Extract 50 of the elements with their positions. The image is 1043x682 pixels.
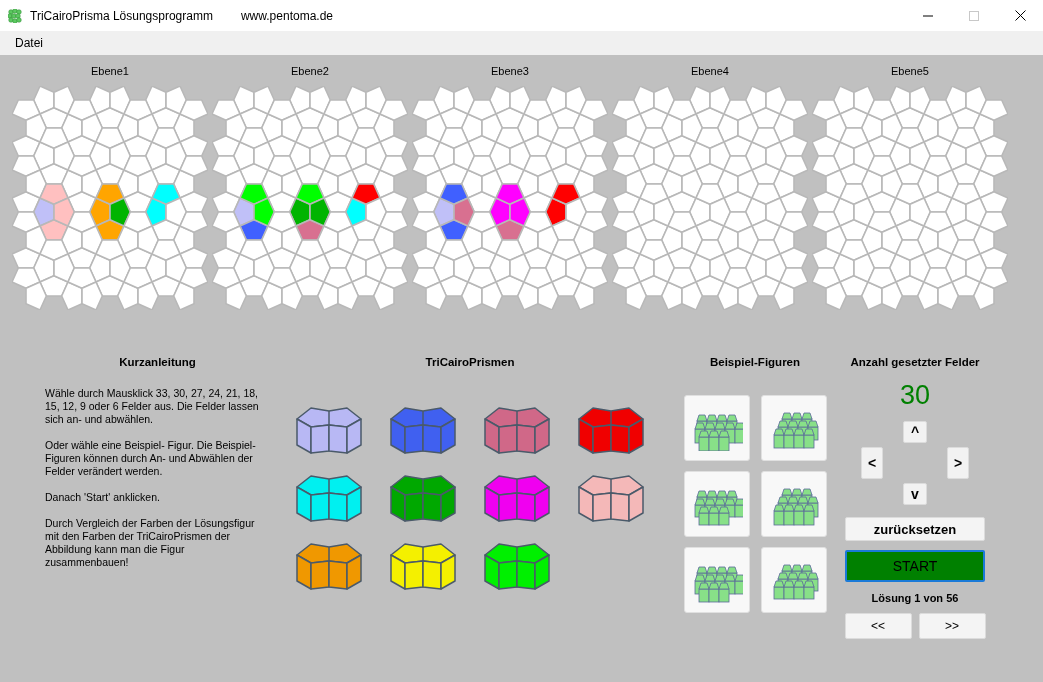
close-icon [1014,10,1026,21]
filled-field[interactable] [151,182,181,205]
section-heading: TriCairoPrismen [424,354,516,370]
section-heading: Beispiel-Figuren [708,354,802,370]
filled-field[interactable] [39,182,69,205]
app-logo-icon [8,8,22,23]
filled-field[interactable] [109,196,132,227]
menu-item[interactable]: Datei [8,32,50,54]
filled-field[interactable] [239,182,269,205]
example-figure-button[interactable] [760,546,827,613]
layer-label: Ebene1 [91,64,129,79]
filled-field[interactable] [309,196,332,227]
filled-field[interactable] [439,182,469,205]
website-url: www.pentoma.de [240,7,333,25]
instruction-paragraph: Durch Vergleich der Farben der Lösungsfigur mit den Farben der TriCairoPrismen der Abbildung kann man die Figur zusammenbauen! [45,516,256,569]
field-count: 30 [899,378,930,412]
reset-button[interactable]: zurücksetzen [845,517,985,542]
solution-counter: Lösung 1 von 56 [871,591,959,607]
window-title: TriCairoPrisma Lösungsprogramm [30,7,213,25]
right-button[interactable]: > [947,447,969,480]
next-button[interactable]: >> [918,612,986,639]
filled-field[interactable] [453,196,476,227]
example-figure-button[interactable] [760,394,827,461]
example-figure-button[interactable] [683,470,750,537]
example-figure-button[interactable] [760,470,827,537]
start-button[interactable]: START [845,550,985,583]
layer-label: Ebene4 [691,64,729,79]
filled-field[interactable] [295,182,325,205]
layer-label: Ebene5 [891,64,929,79]
maximize-icon [969,10,979,21]
layer-label: Ebene2 [291,64,329,79]
filled-field[interactable] [495,182,525,205]
counter-label: Anzahl gesetzter Felder [850,354,980,370]
instruction-paragraph: Danach 'Start' anklicken. [45,490,161,504]
example-figure-button[interactable] [683,546,750,613]
layer-label: Ebene3 [491,64,529,79]
example-figure-button[interactable] [683,394,750,461]
instruction-paragraph: Wähle durch Mausklick 33, 30, 27, 24, 21, 18, 15, 12, 9 oder 6 Felder aus. Die Felder lassen sich an- und abwählen. [45,386,260,426]
filled-field[interactable] [509,196,532,227]
filled-field[interactable] [551,182,581,205]
up-button[interactable]: ^ [903,421,927,444]
section-heading: Kurzanleitung [118,354,197,370]
left-button[interactable]: < [861,447,883,480]
filled-field[interactable] [95,182,125,205]
filled-field[interactable] [351,182,381,205]
filled-field[interactable] [253,196,276,227]
instruction-paragraph: Oder wähle eine Beispiel- Figur. Die Beispiel-Figuren können durch An- und Abwählen der Felder verändert werden. [45,438,257,478]
previous-button[interactable]: << [844,612,912,639]
filled-field[interactable] [53,196,76,227]
down-button[interactable]: v [903,483,927,506]
